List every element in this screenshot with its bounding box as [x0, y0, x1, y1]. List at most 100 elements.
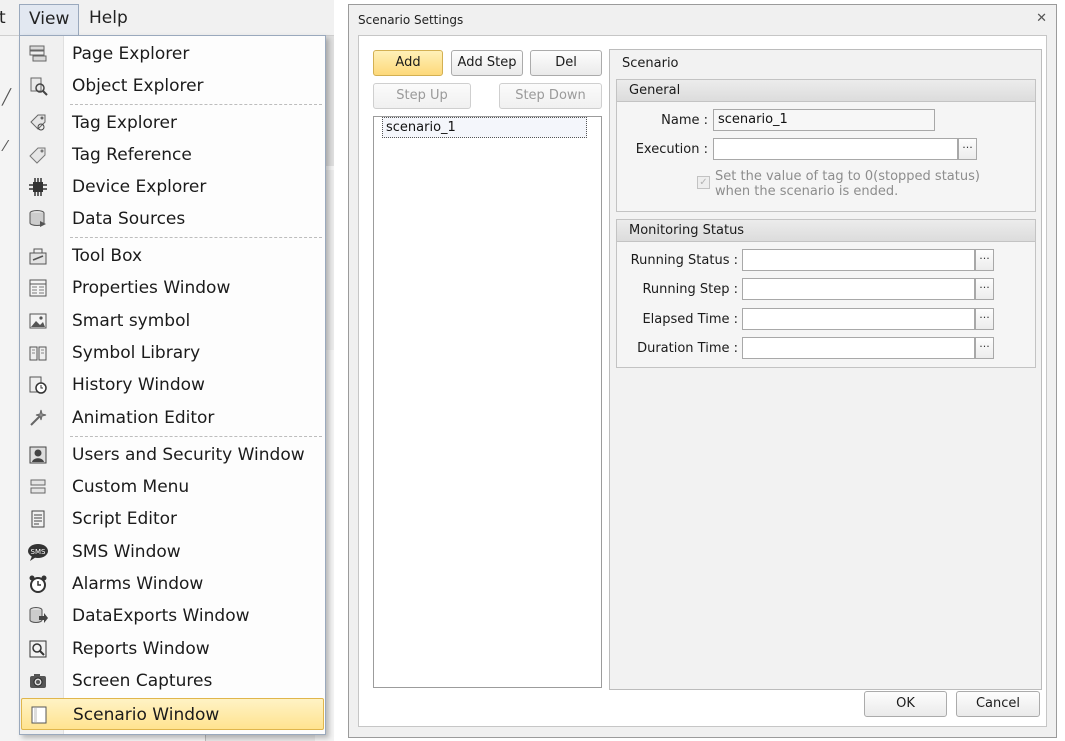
- menu-item-animation-editor[interactable]: Animation Editor: [21, 402, 324, 434]
- menu-item-device-explorer[interactable]: Device Explorer: [21, 171, 324, 203]
- menu-item-data-exports[interactable]: DataExports Window: [21, 600, 324, 632]
- menu-item-smart-symbol[interactable]: Smart symbol: [21, 305, 324, 337]
- menu-item-label: Animation Editor: [72, 408, 215, 428]
- add-button[interactable]: Add: [373, 50, 443, 76]
- object-explorer-icon: [27, 75, 49, 97]
- stop-on-end-checkbox[interactable]: ✓: [697, 176, 710, 189]
- running-status-browse-button[interactable]: ···: [975, 249, 994, 271]
- device-explorer-icon: [27, 176, 49, 198]
- menu-item-label: Custom Menu: [72, 477, 190, 497]
- scenario-window-icon: [28, 704, 50, 726]
- sms-window-icon: SMS: [27, 541, 49, 563]
- general-group: General Name : scenario_1 Execution : ··…: [616, 79, 1036, 212]
- name-field[interactable]: scenario_1: [713, 109, 935, 131]
- menu-item-page-explorer[interactable]: Page Explorer: [21, 38, 324, 70]
- duration-time-label: Duration Time :: [637, 341, 738, 356]
- scenario-settings-dialog: Scenario Settings ✕ Add Add Step Del Ste…: [348, 4, 1057, 738]
- menu-item-label: Tag Explorer: [72, 113, 177, 133]
- background-pencil-icon: ╱: [2, 88, 12, 106]
- menubar-item-prev[interactable]: t: [0, 4, 10, 32]
- menu-item-label: Scenario Window: [73, 705, 220, 725]
- menu-item-label: Symbol Library: [72, 343, 201, 363]
- running-step-label: Running Step :: [642, 282, 738, 297]
- users-security-icon: [27, 444, 49, 466]
- menu-item-reports-window[interactable]: Reports Window: [21, 633, 324, 665]
- scenario-list[interactable]: [373, 116, 602, 688]
- elapsed-time-field[interactable]: [742, 308, 975, 330]
- menu-item-label: Device Explorer: [72, 177, 207, 197]
- animation-editor-icon: [27, 407, 49, 429]
- checkbox-text-line1: Set the value of tag to 0(stopped status…: [715, 169, 980, 184]
- script-editor-icon: [27, 508, 49, 530]
- execution-browse-button[interactable]: ···: [958, 138, 977, 160]
- menu-item-label: Users and Security Window: [72, 445, 305, 465]
- ok-button[interactable]: OK: [864, 691, 947, 717]
- running-status-field[interactable]: [742, 249, 975, 271]
- menu-item-tag-explorer[interactable]: Tag Explorer: [21, 107, 324, 139]
- cancel-button[interactable]: Cancel: [956, 691, 1040, 717]
- menubar-item-view[interactable]: View: [19, 4, 80, 36]
- scenario-panel: Scenario General Name : scenario_1 Execu…: [609, 49, 1042, 690]
- reports-window-icon: [27, 638, 49, 660]
- menu-item-label: Page Explorer: [72, 44, 190, 64]
- alarms-window-icon: [27, 573, 49, 595]
- running-status-label: Running Status :: [630, 253, 738, 268]
- menu-item-alarms-window[interactable]: Alarms Window: [21, 568, 324, 600]
- dialog-titlebar: Scenario Settings ✕: [349, 5, 1056, 35]
- menu-item-scenario-window[interactable]: Scenario Window: [21, 698, 324, 730]
- menu-item-history-window[interactable]: History Window: [21, 369, 324, 401]
- elapsed-time-browse-button[interactable]: ···: [975, 308, 994, 330]
- data-exports-icon: [27, 605, 49, 627]
- menu-item-sms-window[interactable]: SMS SMS Window: [21, 536, 324, 568]
- menu-item-script-editor[interactable]: Script Editor: [21, 503, 324, 535]
- menu-item-label: Script Editor: [72, 509, 178, 529]
- properties-window-icon: [27, 277, 49, 299]
- duration-time-field[interactable]: [742, 337, 975, 359]
- menu-item-label: History Window: [72, 375, 205, 395]
- menu-item-label: Reports Window: [72, 639, 210, 659]
- menu-item-label: DataExports Window: [72, 606, 250, 626]
- menu-item-screen-captures[interactable]: Screen Captures: [21, 665, 324, 697]
- close-icon[interactable]: ✕: [1036, 11, 1047, 26]
- menu-item-users-security[interactable]: Users and Security Window: [21, 439, 324, 471]
- menu-item-object-explorer[interactable]: Object Explorer: [21, 70, 324, 102]
- symbol-library-icon: [27, 342, 49, 364]
- running-step-browse-button[interactable]: ···: [975, 278, 994, 300]
- monitoring-status-group: Monitoring Status Running Status : ··· R…: [616, 219, 1036, 368]
- menu-item-properties-window[interactable]: Properties Window: [21, 272, 324, 304]
- menu-item-label: Screen Captures: [72, 671, 213, 691]
- checkbox-text-line2: when the scenario is ended.: [715, 184, 899, 199]
- menu-bar: t View Help: [0, 0, 334, 36]
- history-window-icon: [27, 374, 49, 396]
- menu-separator: [70, 104, 322, 105]
- duration-time-browse-button[interactable]: ···: [975, 337, 994, 359]
- menubar-item-help[interactable]: Help: [80, 4, 137, 32]
- menu-item-tool-box[interactable]: Tool Box: [21, 240, 324, 272]
- running-step-field[interactable]: [742, 278, 975, 300]
- dialog-title: Scenario Settings: [358, 13, 464, 27]
- menu-item-tag-reference[interactable]: Tag Reference: [21, 139, 324, 171]
- dialog-body: Add Add Step Del Step Up Step Down scena…: [358, 35, 1047, 727]
- step-down-button[interactable]: Step Down: [499, 83, 602, 109]
- execution-field[interactable]: [713, 138, 958, 160]
- step-up-button[interactable]: Step Up: [373, 83, 471, 109]
- menu-item-label: Alarms Window: [72, 574, 204, 594]
- smart-symbol-icon: [27, 310, 49, 332]
- panel-title: Scenario: [622, 56, 679, 71]
- svg-text:SMS: SMS: [31, 548, 46, 556]
- view-menu-dropdown: Page Explorer Object Explorer Tag Explor…: [19, 35, 326, 735]
- menu-item-custom-menu[interactable]: Custom Menu: [21, 471, 324, 503]
- list-item[interactable]: scenario_1: [382, 117, 587, 138]
- add-step-button[interactable]: Add Step: [451, 50, 523, 76]
- menu-item-label: Object Explorer: [72, 76, 204, 96]
- menu-item-label: Tag Reference: [72, 145, 192, 165]
- menu-item-label: Tool Box: [72, 246, 143, 266]
- menu-item-label: SMS Window: [72, 542, 181, 562]
- menu-item-symbol-library[interactable]: Symbol Library: [21, 337, 324, 369]
- custom-menu-icon: [27, 476, 49, 498]
- page-explorer-icon: [27, 43, 49, 65]
- menu-separator: [70, 237, 322, 238]
- del-button[interactable]: Del: [530, 50, 602, 76]
- menu-item-data-sources[interactable]: Data Sources: [21, 203, 324, 235]
- menu-item-label: Data Sources: [72, 209, 186, 229]
